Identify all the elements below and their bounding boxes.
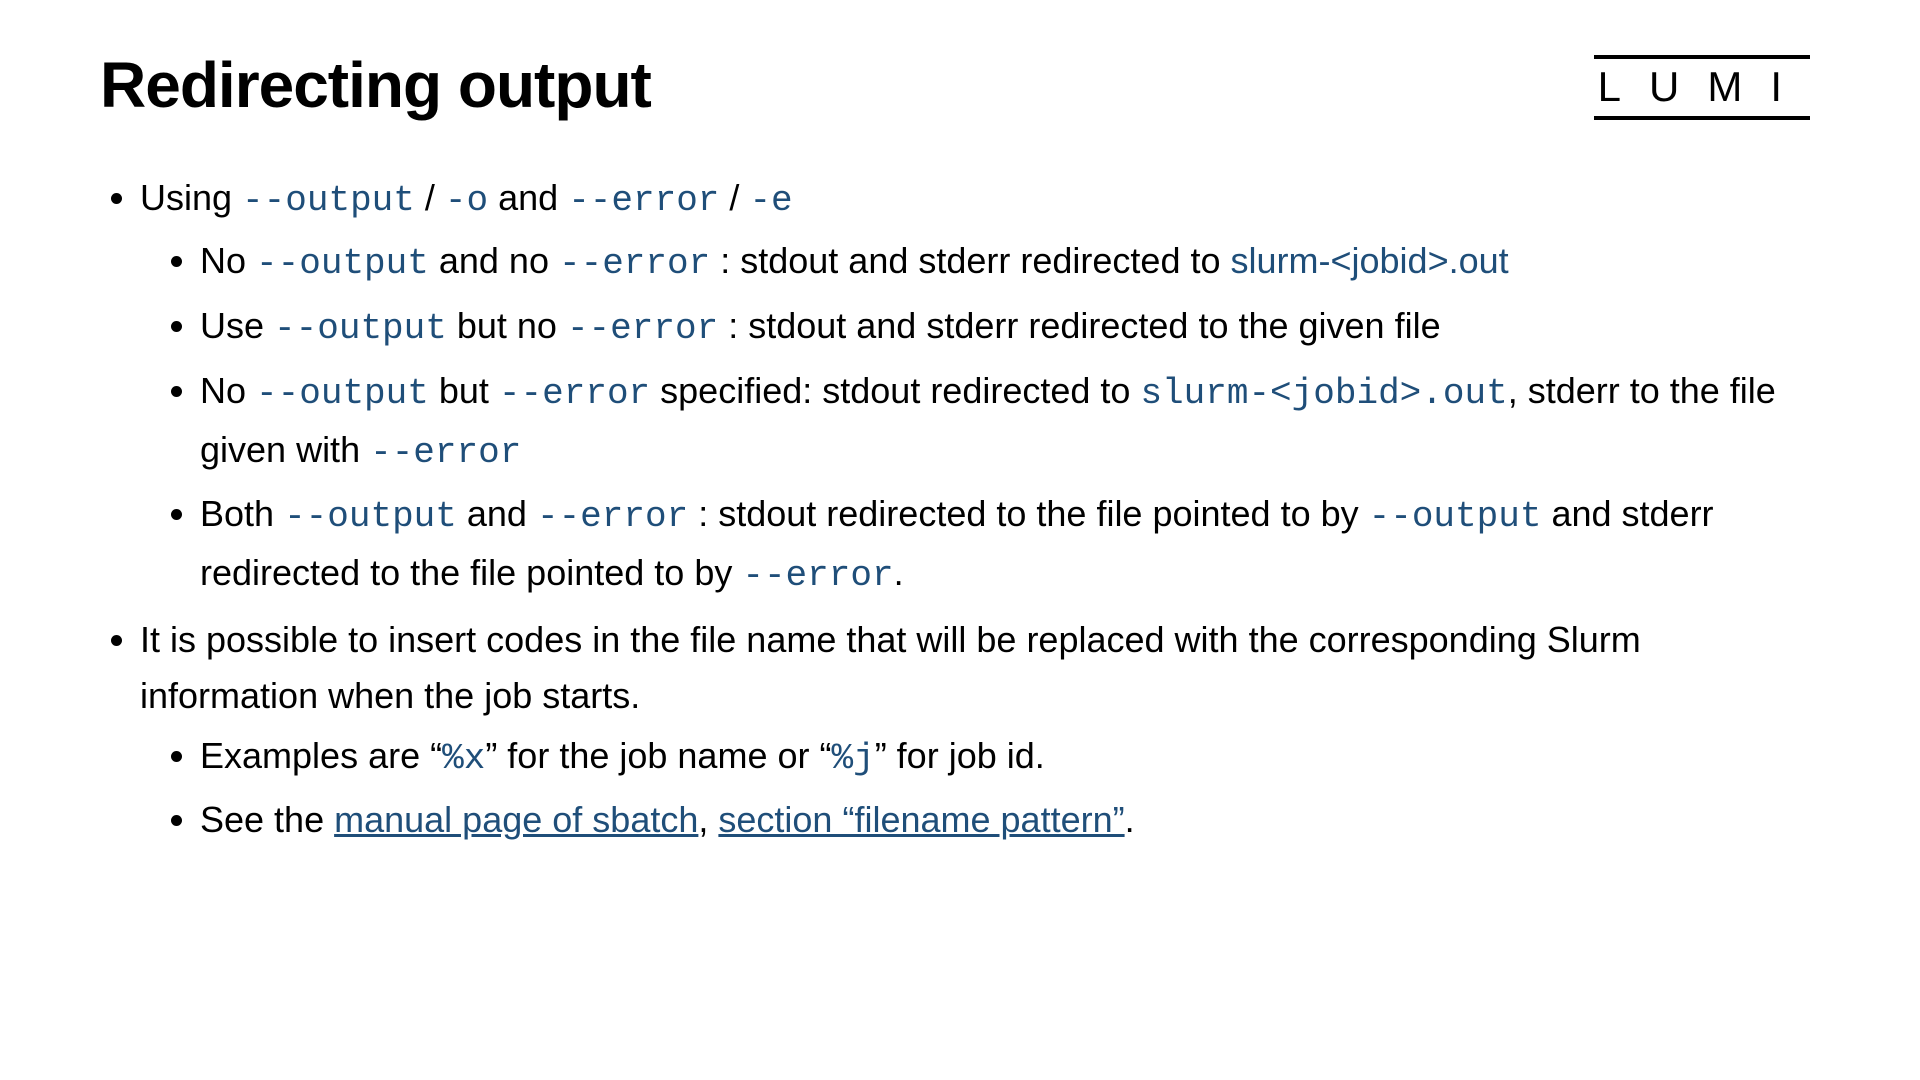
flag-output-long: --output [242,180,415,221]
flag-error-long: --error [370,432,521,473]
sub-bullet-list-2: Examples are “%x” for the job name or “%… [140,728,1820,849]
text: . [1125,799,1135,840]
text: See the [200,799,334,840]
lumi-logo: LUMI [1594,55,1810,120]
flag-output-long: --output [256,373,429,414]
flag-output-long: --output [274,308,447,349]
flag-output-long: --output [284,496,457,537]
flag-output-long: --output [1369,496,1542,537]
bullet-1d: Both --output and --error : stdout redir… [200,486,1820,604]
text: : stdout and stderr redirected to [710,240,1230,281]
flag-error-long: --error [499,373,650,414]
text: but no [447,305,567,346]
flag-error-short: -e [749,180,792,221]
text: It is possible to insert codes in the fi… [140,619,1641,716]
bullet-1b: Use --output but no --error : stdout and… [200,298,1820,357]
slide-title: Redirecting output [100,50,1820,120]
flag-error-long: --error [559,243,710,284]
text: and [457,493,537,534]
text: ” for job id. [875,735,1045,776]
bullet-1c: No --output but --error specified: stdou… [200,363,1820,481]
text: ” for the job name or “ [485,735,831,776]
filename-pattern-link[interactable]: section “filename pattern” [718,799,1124,840]
text: No [200,370,256,411]
slide: LUMI Redirecting output Using --output /… [0,0,1920,1080]
flag-output-long: --output [256,243,429,284]
text: Examples are “ [200,735,442,776]
bullet-list: Using --output / -o and --error / -e No … [100,170,1820,848]
text: but [429,370,499,411]
code-percent-x: %x [442,738,485,779]
text: specified: stdout redirected to [650,370,1140,411]
flag-error-long: --error [742,555,893,596]
text: . [894,552,904,593]
sbatch-manual-link[interactable]: manual page of sbatch [334,799,698,840]
flag-error-long: --error [567,308,718,349]
text: Using [140,177,242,218]
flag-error-long: --error [537,496,688,537]
sub-bullet-list-1: No --output and no --error : stdout and … [140,233,1820,604]
flag-error-long: --error [568,180,719,221]
text: Use [200,305,274,346]
text: : stdout redirected to the file pointed … [688,493,1368,534]
text: Both [200,493,284,534]
text: : stdout and stderr redirected to the gi… [718,305,1440,346]
text: , [698,799,718,840]
text: / [719,177,749,218]
text: No [200,240,256,281]
flag-output-short: -o [445,180,488,221]
text: and no [429,240,559,281]
bullet-2: It is possible to insert codes in the fi… [140,612,1820,848]
bullet-2a: Examples are “%x” for the job name or “%… [200,728,1820,787]
slurm-out-filename-code: slurm-<jobid>.out [1140,373,1507,414]
bullet-2b: See the manual page of sbatch, section “… [200,792,1820,848]
text: and [488,177,568,218]
slurm-out-filename: slurm-<jobid>.out [1231,240,1509,281]
bullet-1: Using --output / -o and --error / -e No … [140,170,1820,604]
bullet-1a: No --output and no --error : stdout and … [200,233,1820,292]
text: / [415,177,445,218]
code-percent-j: %j [831,738,874,779]
